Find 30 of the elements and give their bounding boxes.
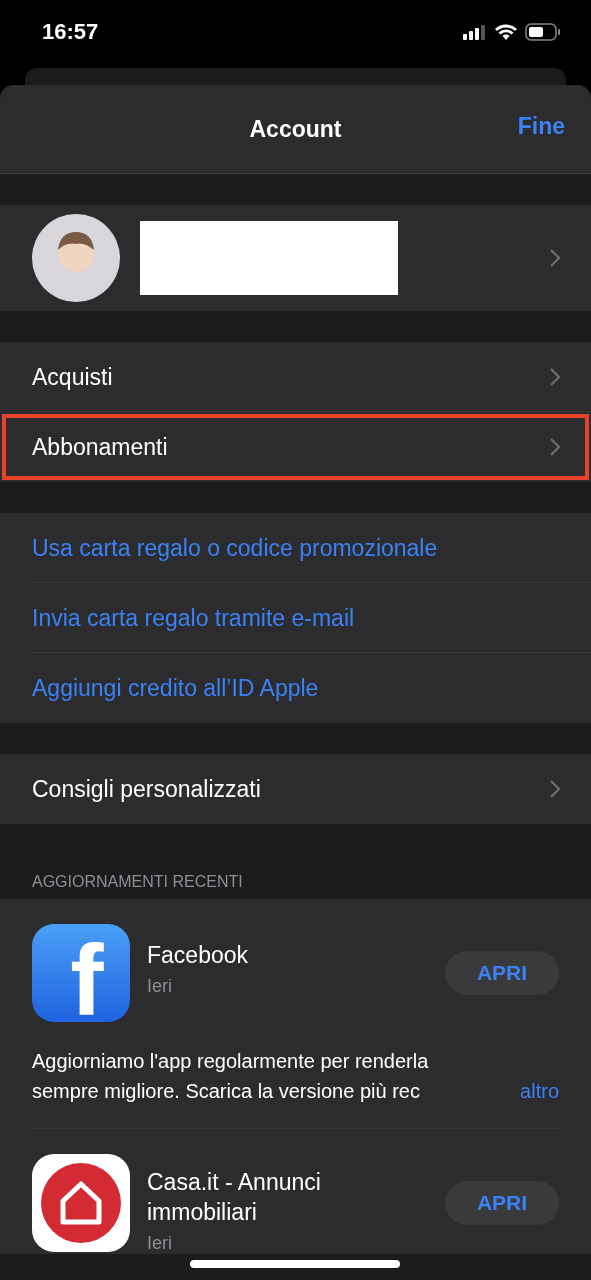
battery-icon xyxy=(525,23,561,41)
done-button[interactable]: Fine xyxy=(517,113,565,140)
app-name: Facebook xyxy=(147,941,249,970)
link-label: Usa carta regalo o codice promozionale xyxy=(32,534,438,562)
update-date: Ieri xyxy=(147,976,173,997)
menu-label: Acquisti xyxy=(32,363,113,391)
chevron-icon xyxy=(549,779,561,799)
update-date: Ieri xyxy=(147,1233,173,1254)
menu-row[interactable]: Abbonamenti xyxy=(0,412,591,482)
status-time: 16:57 xyxy=(42,19,99,45)
menu-label: Abbonamenti xyxy=(32,433,168,461)
release-notes: Aggiorniamo l'app regolarmente per renderla sempre migliore. Scarica la versione più rec xyxy=(32,1049,430,1104)
open-button[interactable]: APRI xyxy=(445,951,559,995)
signal-icon xyxy=(463,24,487,40)
app-icon[interactable]: f xyxy=(32,924,130,1022)
link-label: Aggiungi credito all’ID Apple xyxy=(32,674,319,702)
open-button[interactable]: APRI xyxy=(445,1180,559,1225)
profile-row[interactable] xyxy=(0,205,591,311)
more-link[interactable]: altro xyxy=(520,1076,559,1106)
wifi-icon xyxy=(495,24,517,40)
sheet-title: Account xyxy=(249,115,342,143)
chevron-icon xyxy=(549,248,561,268)
menu-label: Consigli personalizzati xyxy=(32,775,261,803)
house-app-icon[interactable] xyxy=(32,1153,130,1252)
chevron-icon xyxy=(549,437,561,457)
chevron-icon xyxy=(549,367,561,387)
link-label: Invia carta regalo tramite e-mail xyxy=(32,604,355,632)
section-heading: AGGIORNAMENTI RECENTI xyxy=(32,873,243,891)
avatar-icon xyxy=(32,214,120,302)
app-name: Casa.it - Annunci immobiliari xyxy=(147,1168,322,1227)
